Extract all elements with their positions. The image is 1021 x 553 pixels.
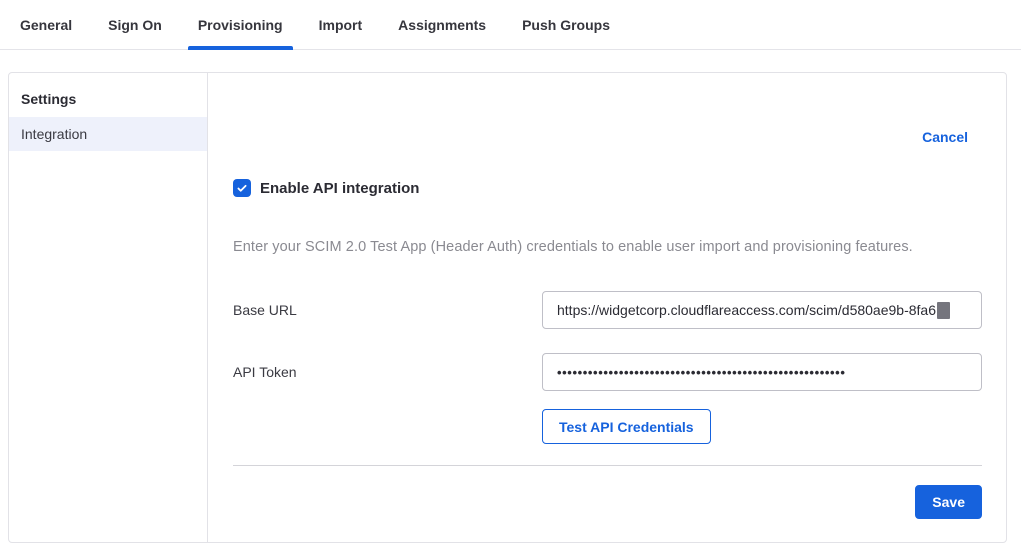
tab-push-groups[interactable]: Push Groups bbox=[512, 0, 620, 49]
test-credentials-row: Test API Credentials bbox=[233, 409, 982, 444]
save-row: Save bbox=[233, 466, 982, 519]
api-token-field-row: API Token ••••••••••••••••••••••••••••••… bbox=[233, 353, 982, 391]
tab-assignments[interactable]: Assignments bbox=[388, 0, 496, 49]
test-api-credentials-button[interactable]: Test API Credentials bbox=[542, 409, 711, 444]
base-url-field-row: Base URL https://widgetcorp.cloudflareac… bbox=[233, 291, 982, 329]
settings-sidebar: Settings Integration bbox=[9, 73, 208, 542]
tab-sign-on[interactable]: Sign On bbox=[98, 0, 172, 49]
text-selection-block bbox=[937, 302, 950, 319]
tab-general[interactable]: General bbox=[10, 0, 82, 49]
base-url-label: Base URL bbox=[233, 302, 542, 318]
base-url-value: https://widgetcorp.cloudflareaccess.com/… bbox=[557, 302, 936, 318]
provisioning-panel: Settings Integration Cancel Enable API i… bbox=[8, 72, 1007, 543]
api-token-input[interactable]: ••••••••••••••••••••••••••••••••••••••••… bbox=[542, 353, 982, 391]
sidebar-item-integration[interactable]: Integration bbox=[9, 117, 207, 151]
cancel-row: Cancel bbox=[233, 129, 982, 147]
checkmark-icon bbox=[236, 182, 248, 194]
tab-import[interactable]: Import bbox=[309, 0, 373, 49]
base-url-input[interactable]: https://widgetcorp.cloudflareaccess.com/… bbox=[542, 291, 982, 329]
integration-content: Cancel Enable API integration Enter your… bbox=[208, 73, 1006, 542]
api-token-masked-value: ••••••••••••••••••••••••••••••••••••••••… bbox=[557, 365, 845, 380]
tab-provisioning[interactable]: Provisioning bbox=[188, 0, 293, 49]
sidebar-header-settings: Settings bbox=[9, 81, 207, 117]
enable-api-label: Enable API integration bbox=[260, 180, 419, 197]
credentials-description: Enter your SCIM 2.0 Test App (Header Aut… bbox=[233, 239, 982, 255]
cancel-link[interactable]: Cancel bbox=[922, 129, 968, 145]
app-tab-bar: General Sign On Provisioning Import Assi… bbox=[0, 0, 1021, 50]
save-button[interactable]: Save bbox=[915, 485, 982, 519]
enable-api-checkbox[interactable] bbox=[233, 179, 251, 197]
enable-api-row: Enable API integration bbox=[233, 179, 982, 197]
api-token-label: API Token bbox=[233, 364, 542, 380]
